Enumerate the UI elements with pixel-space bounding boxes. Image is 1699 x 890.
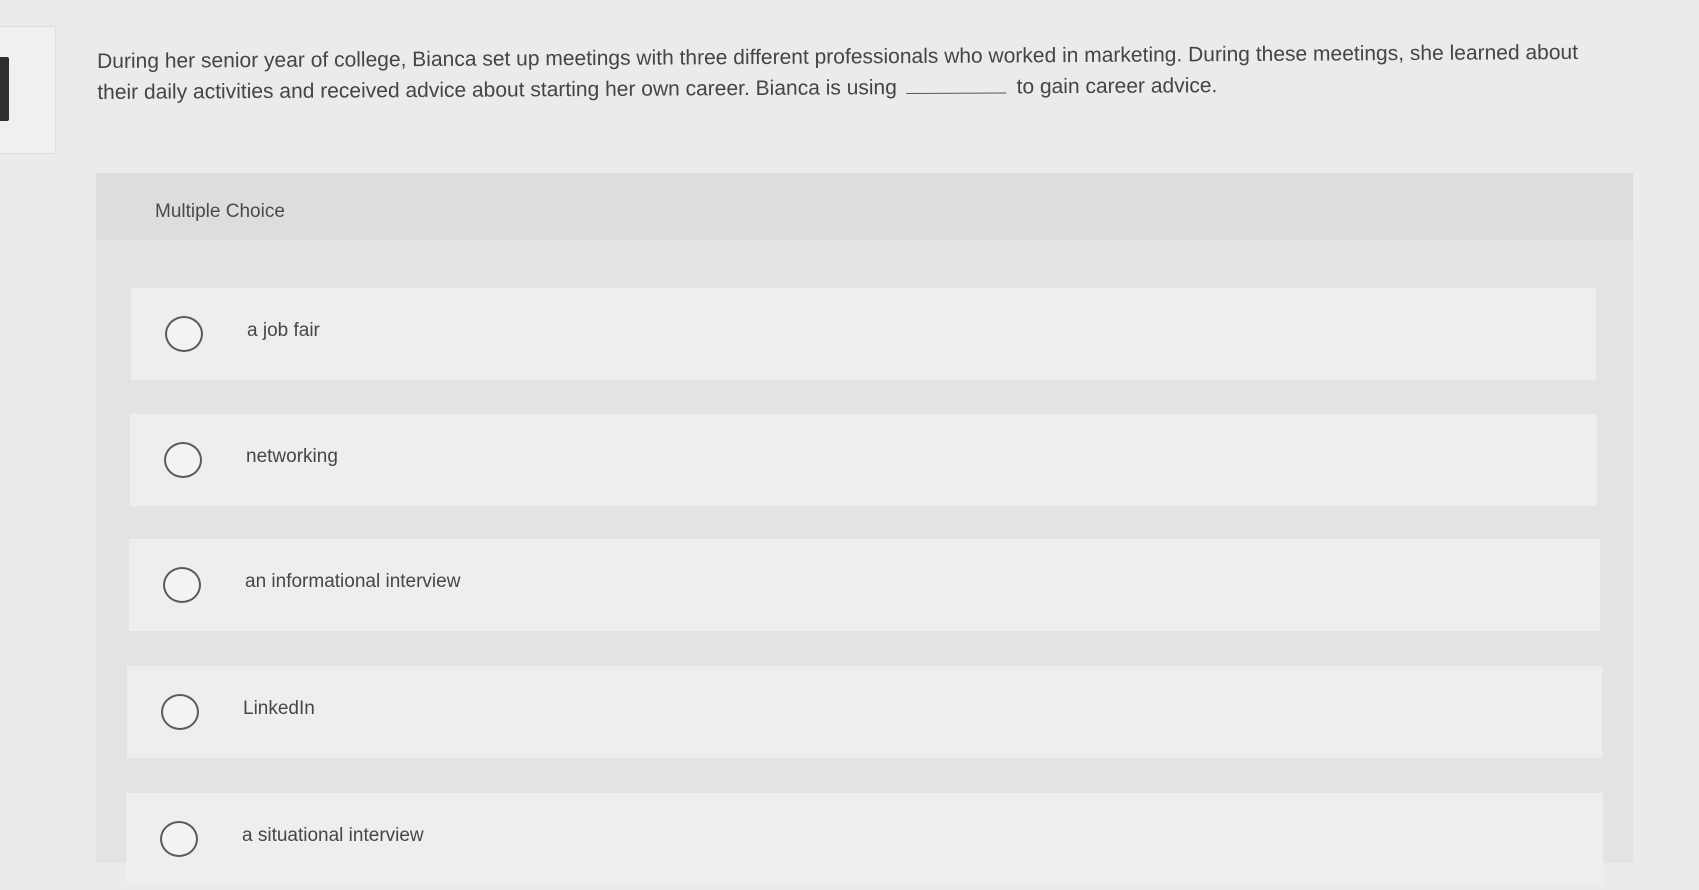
choice-option-5[interactable]: a situational interview: [126, 793, 1603, 885]
radio-button[interactable]: [161, 694, 199, 730]
multiple-choice-label: Multiple Choice: [155, 201, 285, 222]
radio-button[interactable]: [165, 316, 203, 352]
choice-option-4[interactable]: LinkedIn: [127, 666, 1602, 758]
choice-label: an informational interview: [245, 571, 461, 592]
question-marker: [0, 57, 9, 121]
radio-button[interactable]: [164, 442, 202, 478]
choice-label: a situational interview: [242, 825, 424, 846]
radio-button[interactable]: [160, 821, 198, 857]
question-prompt: During her senior year of college, Bianc…: [97, 37, 1607, 108]
multiple-choice-header: Multiple Choice: [96, 173, 1633, 240]
answer-blank: [906, 91, 1007, 95]
question-text-before-blank: During her senior year of college, Bianc…: [97, 40, 1579, 104]
choice-option-3[interactable]: an informational interview: [129, 539, 1600, 631]
choice-label: a job fair: [247, 320, 320, 341]
choice-option-1[interactable]: a job fair: [131, 288, 1596, 380]
choice-label: LinkedIn: [243, 698, 315, 719]
multiple-choice-panel: Multiple Choice a job fair networking an…: [96, 173, 1633, 885]
radio-button[interactable]: [163, 567, 201, 603]
question-text-after-blank: to gain career advice.: [1016, 74, 1218, 99]
choice-label: networking: [246, 446, 338, 467]
choice-option-2[interactable]: networking: [130, 414, 1597, 506]
